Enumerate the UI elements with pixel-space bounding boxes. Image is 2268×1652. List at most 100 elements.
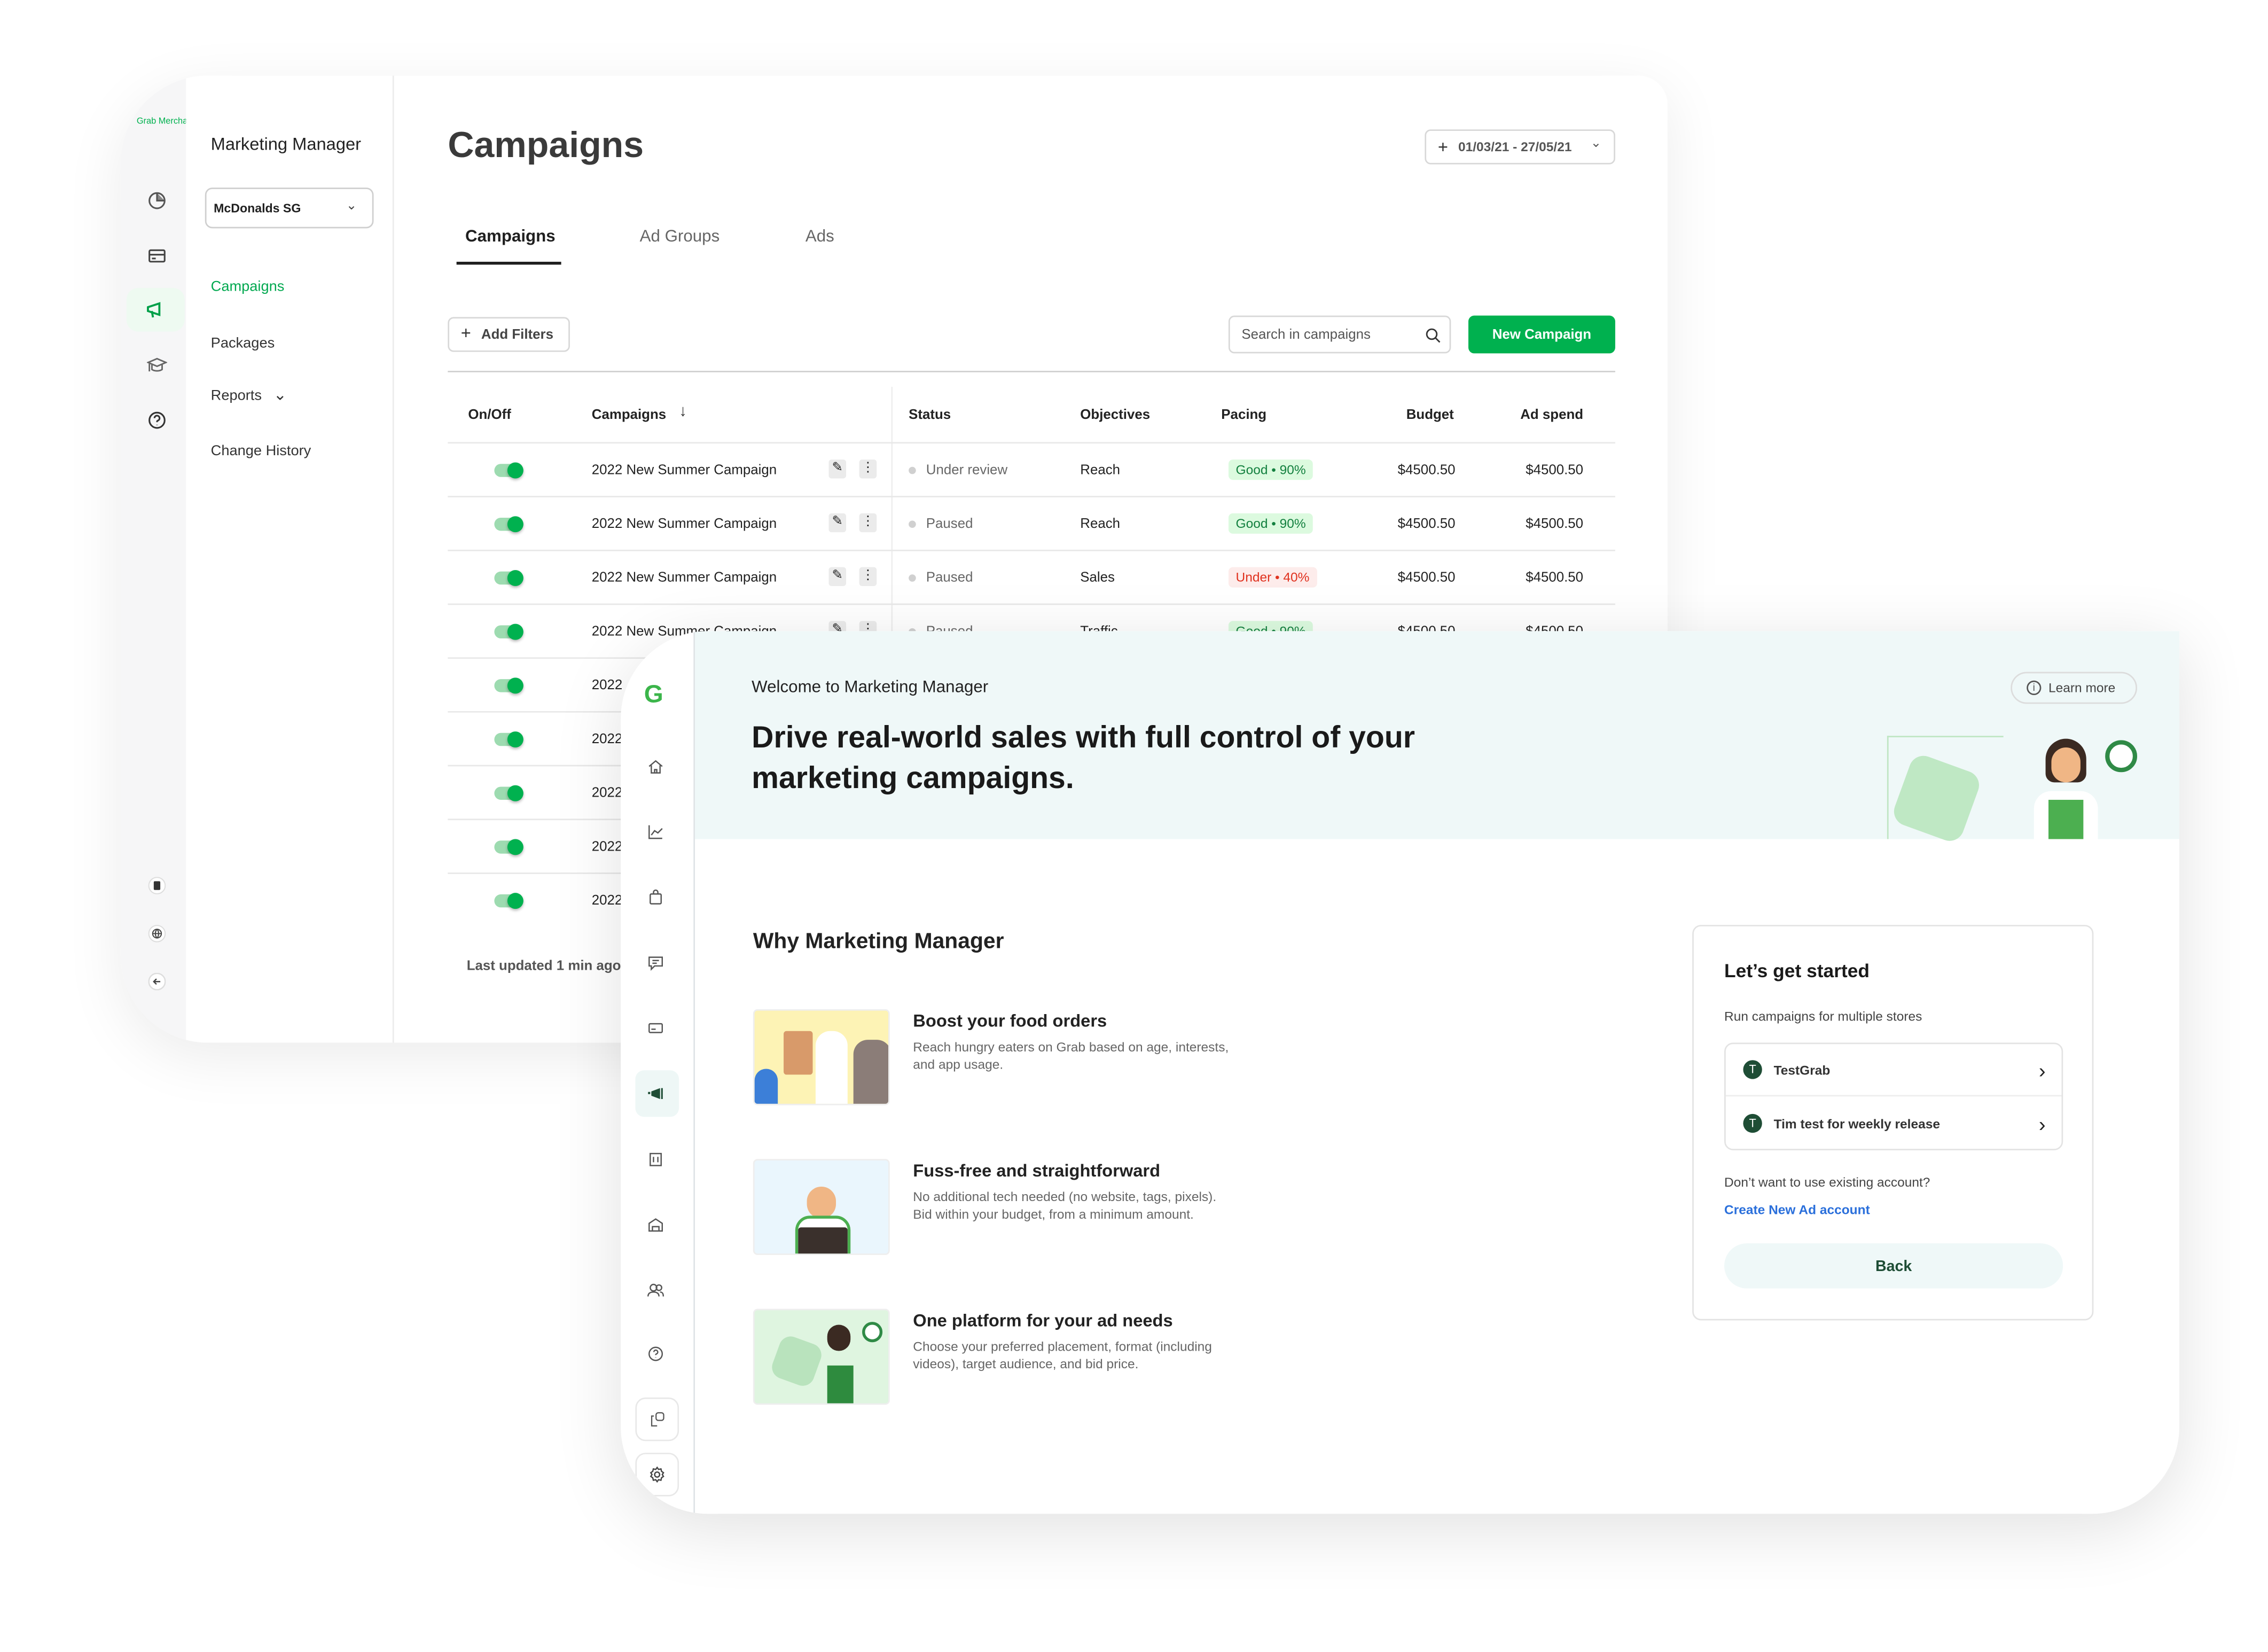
- megaphone-icon[interactable]: [145, 300, 166, 320]
- status-toggle[interactable]: [494, 731, 526, 748]
- card-icon[interactable]: [647, 1019, 664, 1037]
- campaign-name[interactable]: 2022: [592, 839, 623, 855]
- store-select[interactable]: McDonalds SG ⌄: [205, 188, 374, 229]
- menu-icon[interactable]: [647, 1150, 664, 1168]
- campaign-name[interactable]: 2022 New Summer Campaign: [592, 463, 777, 479]
- back-button[interactable]: Back: [1724, 1243, 2063, 1289]
- date-range-value: 01/03/21 - 27/05/21: [1458, 139, 1572, 154]
- search-input[interactable]: Search in campaigns: [1228, 315, 1451, 354]
- straightforward-illustration: [753, 1159, 890, 1255]
- users-icon[interactable]: [647, 1281, 664, 1299]
- food-orders-illustration: [753, 1009, 890, 1105]
- help-icon[interactable]: [147, 410, 167, 431]
- table-row[interactable]: 2022 New Summer Campaign ✎ ⋮ Paused Reach Goo…: [448, 496, 1615, 550]
- bag-icon[interactable]: [647, 889, 664, 906]
- status-toggle[interactable]: [494, 570, 526, 586]
- col-objectives[interactable]: Objectives: [1080, 407, 1150, 423]
- card-title: Let’s get started: [1724, 960, 1870, 982]
- more-icon[interactable]: ⋮: [859, 567, 877, 586]
- sort-arrow-icon[interactable]: ↓: [679, 403, 687, 420]
- tab-campaigns[interactable]: Campaigns: [465, 228, 556, 246]
- chevron-down-icon: ⌄: [1590, 135, 1602, 150]
- add-filters-button[interactable]: + Add Filters: [448, 317, 570, 352]
- feature-title: One platform for your ad needs: [913, 1310, 1173, 1331]
- globe-icon[interactable]: [148, 925, 166, 942]
- account-avatar: T: [1743, 1060, 1762, 1079]
- tab-ads[interactable]: Ads: [805, 228, 834, 246]
- account-item[interactable]: T Tim test for weekly release ›: [1724, 1096, 2063, 1150]
- objective: Reach: [1080, 516, 1121, 533]
- status-toggle[interactable]: [494, 893, 526, 909]
- date-range-picker[interactable]: + 01/03/21 - 27/05/21 ⌄: [1425, 129, 1615, 165]
- budget: $4500.50: [1397, 462, 1456, 479]
- col-budget[interactable]: Budget: [1406, 407, 1454, 423]
- status-toggle[interactable]: [494, 462, 526, 479]
- store-icon[interactable]: [647, 1215, 664, 1233]
- pacing-badge: Under • 40%: [1228, 567, 1317, 588]
- campaign-name[interactable]: 2022: [592, 677, 623, 693]
- nav-campaigns[interactable]: Campaigns: [211, 279, 285, 295]
- feature-title: Boost your food orders: [913, 1010, 1107, 1031]
- status-toggle[interactable]: [494, 677, 526, 694]
- plus-icon: +: [1437, 136, 1448, 157]
- chevron-down-icon: ⌄: [273, 386, 287, 404]
- edit-icon[interactable]: ✎: [828, 567, 847, 586]
- active-tab-underline: [456, 261, 561, 264]
- ad-platform-illustration: [753, 1308, 890, 1405]
- nav-packages[interactable]: Packages: [211, 336, 275, 352]
- grab-logo-icon[interactable]: G: [644, 681, 663, 710]
- status-toggle[interactable]: [494, 624, 526, 640]
- status-text: Paused: [926, 516, 973, 533]
- back-arrow-icon[interactable]: [148, 972, 166, 991]
- status-dot: [909, 466, 916, 474]
- more-icon[interactable]: ⋮: [859, 513, 877, 533]
- stage: Grab Merchant Marketing Manager McDonald…: [0, 0, 2268, 1652]
- nav-reports[interactable]: Reports: [211, 388, 262, 404]
- status-toggle[interactable]: [494, 785, 526, 801]
- chat-icon[interactable]: [647, 954, 664, 972]
- campaign-name[interactable]: 2022: [592, 893, 623, 909]
- device-button[interactable]: [635, 1397, 679, 1441]
- account-avatar: T: [1743, 1113, 1762, 1133]
- edit-icon[interactable]: ✎: [828, 459, 847, 479]
- col-pacing[interactable]: Pacing: [1221, 407, 1266, 423]
- create-ad-account-link[interactable]: Create New Ad account: [1724, 1203, 1870, 1217]
- nav-change-history[interactable]: Change History: [211, 443, 311, 459]
- hero-illustration: [1880, 733, 2156, 845]
- info-icon: i: [2027, 680, 2042, 696]
- learn-more-button[interactable]: i Learn more: [2011, 672, 2138, 704]
- campaign-name[interactable]: 2022: [592, 731, 623, 747]
- welcome-text: Welcome to Marketing Manager: [752, 679, 989, 697]
- graduation-cap-icon[interactable]: [146, 355, 168, 375]
- col-campaigns[interactable]: Campaigns: [592, 407, 666, 423]
- status-toggle[interactable]: [494, 516, 526, 533]
- campaign-name[interactable]: 2022 New Summer Campaign: [592, 516, 777, 532]
- plus-icon: +: [460, 323, 471, 344]
- headline-line-2: marketing campaigns.: [752, 762, 1074, 796]
- status-text: Paused: [926, 570, 973, 586]
- home-icon[interactable]: [647, 758, 664, 775]
- edit-icon[interactable]: ✎: [828, 513, 847, 533]
- megaphone-icon[interactable]: [647, 1085, 664, 1102]
- card-icon[interactable]: [147, 246, 167, 266]
- account-item[interactable]: T TestGrab ›: [1724, 1043, 2063, 1097]
- help-icon[interactable]: [647, 1345, 664, 1363]
- document-icon[interactable]: [148, 877, 166, 894]
- new-campaign-button[interactable]: New Campaign: [1468, 315, 1615, 354]
- settings-button[interactable]: [635, 1453, 679, 1497]
- col-on-off[interactable]: On/Off: [468, 407, 511, 423]
- campaign-name[interactable]: 2022 New Summer Campaign: [592, 570, 777, 586]
- budget: $4500.50: [1397, 516, 1456, 533]
- status-toggle[interactable]: [494, 839, 526, 855]
- tab-ad-groups[interactable]: Ad Groups: [640, 228, 720, 246]
- pie-chart-icon[interactable]: [147, 191, 167, 211]
- chart-icon[interactable]: [647, 823, 664, 841]
- more-icon[interactable]: ⋮: [859, 459, 877, 479]
- campaign-name[interactable]: 2022: [592, 785, 623, 801]
- feature-desc: No additional tech needed (no website, t…: [913, 1189, 1217, 1204]
- col-ad-spend[interactable]: Ad spend: [1520, 407, 1583, 423]
- table-row[interactable]: 2022 New Summer Campaign ✎ ⋮ Under review Re…: [448, 442, 1615, 496]
- device-icon: [648, 1411, 666, 1428]
- col-status[interactable]: Status: [909, 407, 951, 423]
- table-row[interactable]: 2022 New Summer Campaign ✎ ⋮ Paused Sales Und…: [448, 549, 1615, 604]
